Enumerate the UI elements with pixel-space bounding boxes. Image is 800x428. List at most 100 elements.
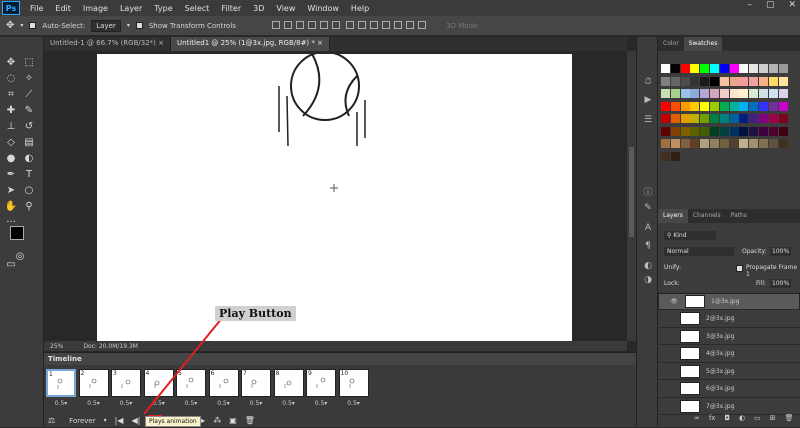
swatch[interactable]: [719, 114, 729, 123]
swatch[interactable]: [710, 76, 719, 86]
swatch[interactable]: [729, 101, 739, 111]
swatch[interactable]: [710, 139, 719, 148]
swatch[interactable]: [749, 101, 759, 111]
swatch[interactable]: [778, 64, 788, 73]
swatch[interactable]: [719, 126, 729, 136]
layer-name[interactable]: 4@3x.jpg: [706, 350, 734, 357]
swatch[interactable]: [729, 114, 739, 123]
mask-icon[interactable]: ◘: [724, 414, 730, 422]
swatch[interactable]: [778, 114, 788, 123]
swatch[interactable]: [690, 76, 700, 86]
layer-filter-dropdown[interactable]: ⚲ Kind: [664, 231, 716, 240]
swatch[interactable]: [719, 139, 729, 148]
character-icon[interactable]: A: [642, 223, 654, 233]
layer-row[interactable]: 7@3x.jpg: [658, 398, 800, 415]
fill-input[interactable]: 100%: [770, 279, 792, 288]
layer-row[interactable]: 👁 1@3x.jpg: [658, 293, 800, 310]
swatch[interactable]: [778, 101, 788, 111]
layer-name[interactable]: 3@3x.jpg: [706, 333, 734, 340]
swatch[interactable]: [661, 126, 670, 136]
swatch[interactable]: [680, 126, 690, 136]
layer-row[interactable]: 4@3x.jpg: [658, 346, 800, 363]
swatch[interactable]: [670, 114, 680, 123]
swatch[interactable]: [778, 76, 788, 86]
swatch[interactable]: [661, 76, 670, 86]
swatch[interactable]: [700, 76, 710, 86]
swatch[interactable]: [719, 64, 729, 73]
swatch[interactable]: [690, 126, 700, 136]
propagate-checkbox[interactable]: [736, 265, 743, 272]
swatch[interactable]: [768, 76, 778, 86]
swatch[interactable]: [768, 89, 778, 98]
layer-name[interactable]: 7@3x.jpg: [706, 403, 734, 410]
swatch[interactable]: [670, 151, 680, 161]
swatch[interactable]: [680, 64, 690, 73]
swatch[interactable]: [729, 76, 739, 86]
swatch[interactable]: [739, 89, 749, 98]
swatch[interactable]: [700, 126, 710, 136]
swatch[interactable]: [690, 114, 700, 123]
swatch[interactable]: [749, 64, 759, 73]
swatch[interactable]: [700, 89, 710, 98]
swatch[interactable]: [680, 89, 690, 98]
adjustments-icon[interactable]: ◐: [642, 261, 654, 271]
swatch[interactable]: [700, 139, 710, 148]
fx-icon[interactable]: fx: [709, 414, 716, 422]
swatch[interactable]: [729, 139, 739, 148]
layer-name[interactable]: 1@3x.jpg: [711, 298, 739, 305]
opacity-input[interactable]: 100%: [770, 247, 792, 256]
properties-icon[interactable]: ☰: [642, 115, 654, 125]
layer-row[interactable]: 6@3x.jpg: [658, 381, 800, 398]
trash-icon[interactable]: 🗑: [785, 414, 794, 422]
swatch[interactable]: [680, 114, 690, 123]
swatch[interactable]: [680, 101, 690, 111]
swatch[interactable]: [719, 76, 729, 86]
swatch[interactable]: [700, 101, 710, 111]
swatch[interactable]: [729, 89, 739, 98]
new-layer-icon[interactable]: ⊞: [770, 414, 776, 422]
swatch[interactable]: [680, 139, 690, 148]
swatch[interactable]: [670, 139, 680, 148]
swatch[interactable]: [739, 126, 749, 136]
tab-swatches[interactable]: Swatches: [683, 37, 723, 51]
tab-channels[interactable]: Channels: [688, 209, 726, 223]
tab-color[interactable]: Color: [658, 37, 684, 51]
link-icon[interactable]: ∞: [694, 414, 700, 422]
eye-icon[interactable]: 👁: [669, 298, 679, 305]
swatch[interactable]: [739, 76, 749, 86]
swatch[interactable]: [749, 114, 759, 123]
tab-paths[interactable]: Paths: [726, 209, 752, 223]
swatch[interactable]: [749, 76, 759, 86]
swatch[interactable]: [739, 139, 749, 148]
swatch[interactable]: [690, 89, 700, 98]
adjustment-icon[interactable]: ◐: [739, 414, 745, 422]
layer-name[interactable]: 5@3x.jpg: [706, 368, 734, 375]
swatch[interactable]: [661, 89, 670, 98]
layer-name[interactable]: 6@3x.jpg: [706, 385, 734, 392]
swatch[interactable]: [759, 76, 768, 86]
swatch[interactable]: [749, 126, 759, 136]
swatch[interactable]: [710, 64, 719, 73]
swatch[interactable]: [661, 139, 670, 148]
swatch[interactable]: [690, 101, 700, 111]
swatch[interactable]: [759, 126, 768, 136]
swatch[interactable]: [719, 89, 729, 98]
layer-row[interactable]: 5@3x.jpg: [658, 363, 800, 380]
history-icon[interactable]: ⏱: [642, 77, 654, 87]
swatch[interactable]: [739, 64, 749, 73]
swatch[interactable]: [768, 139, 778, 148]
actions-icon[interactable]: ▶: [642, 95, 654, 105]
brush-panel-icon[interactable]: ✎: [642, 203, 654, 213]
swatch[interactable]: [710, 114, 719, 123]
swatch[interactable]: [778, 139, 788, 148]
swatch[interactable]: [759, 89, 768, 98]
info-icon[interactable]: ⓘ: [642, 185, 654, 198]
swatch[interactable]: [710, 101, 719, 111]
swatch[interactable]: [768, 64, 778, 73]
swatch[interactable]: [710, 126, 719, 136]
swatch[interactable]: [729, 64, 739, 73]
swatch[interactable]: [680, 76, 690, 86]
swatch[interactable]: [759, 101, 768, 111]
swatch[interactable]: [690, 64, 700, 73]
swatch[interactable]: [690, 139, 700, 148]
